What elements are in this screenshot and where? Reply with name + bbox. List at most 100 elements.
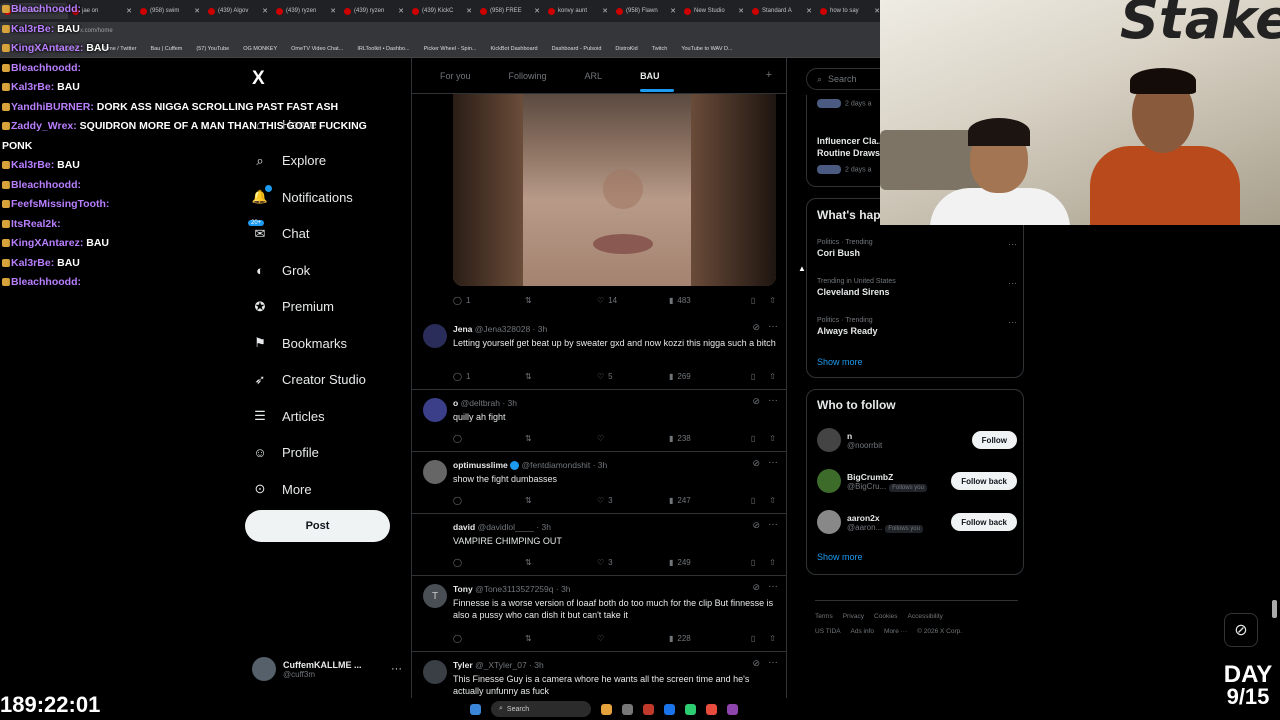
tweet[interactable]: T Tony @Tone3113527259q · 3h ⊘ ··· Finnesse … (412, 576, 786, 652)
tab-for-you[interactable]: For you (440, 58, 471, 94)
post-media-image[interactable] (453, 94, 776, 286)
reply-button[interactable]: ◯ (453, 434, 525, 443)
like-button[interactable]: ♡ 3 (597, 496, 669, 505)
bookmark-button[interactable]: ▯ (751, 634, 755, 643)
tweet[interactable]: Tyler @_XTyler_07 · 3h ⊘ ··· This Finesse G… (412, 652, 786, 698)
bookmark-item[interactable]: Twitch (652, 46, 668, 52)
tab-arl[interactable]: ARL (585, 58, 603, 94)
author-handle[interactable]: @Tone3113527259q (475, 584, 553, 594)
author-name[interactable]: Tyler (453, 660, 473, 670)
grok-icon[interactable]: ⊘ (752, 396, 760, 407)
sidebar-item-articles[interactable]: ☰ Articles (252, 398, 402, 435)
tweet[interactable]: david @davidlol____ · 3h ⊘ ··· VAMPIRE CHIM… (412, 514, 786, 576)
avatar[interactable]: T (423, 584, 447, 608)
trend-item[interactable]: Trending in United States Cleveland Siren… (817, 278, 1017, 297)
follow-button[interactable]: Follow (971, 431, 1017, 449)
scrollbar[interactable] (1272, 600, 1277, 618)
reply-button[interactable]: ◯ (453, 496, 525, 505)
grok-icon[interactable]: ⊘ (752, 458, 760, 469)
author-handle[interactable]: @davidlol____ (478, 522, 534, 532)
bookmark-item[interactable]: YouTube to WAV D... (681, 46, 732, 52)
reply-button[interactable]: ◯ 1 (453, 372, 525, 381)
more-icon[interactable]: ··· (768, 321, 778, 332)
like-button[interactable]: ♡ (597, 634, 669, 643)
close-icon[interactable]: ✕ (602, 7, 608, 15)
repost-button[interactable]: ⇅ (525, 558, 597, 567)
sidebar-item-more[interactable]: ⊙ More (252, 471, 402, 508)
post-button[interactable]: Post (245, 510, 390, 542)
reply-button[interactable]: ◯ (453, 558, 525, 567)
footer-link[interactable]: © 2026 X Corp. (917, 628, 962, 635)
trend-item[interactable]: Politics · Trending Cori Bush ··· (817, 239, 1017, 258)
footer-link[interactable]: More ··· (884, 628, 907, 635)
bookmark-button[interactable]: ▯ (751, 496, 755, 505)
sidebar-item-profile[interactable]: ☺ Profile (252, 435, 402, 472)
sidebar-item-bookmarks[interactable]: ⚑ Bookmarks (252, 325, 402, 362)
bookmark-item[interactable]: Picker Wheel - Spin... (424, 46, 477, 52)
suggestion-name[interactable]: BigCrumbZ (847, 472, 927, 482)
windows-start-icon[interactable] (470, 703, 481, 715)
bookmark-item[interactable]: KickBot Dashboard (490, 46, 537, 52)
author-handle[interactable]: @fentdiamondshit (522, 460, 591, 470)
author-name[interactable]: o (453, 398, 458, 408)
avatar[interactable] (817, 428, 841, 452)
like-button[interactable]: ♡ 3 (597, 558, 669, 567)
avatar[interactable] (423, 324, 447, 348)
browser-tab[interactable]: konvy aunt ✕ (544, 3, 612, 19)
follow-suggestion[interactable]: BigCrumbZ @BigCru... Follows you Follow bac… (817, 466, 1017, 496)
bookmark-button[interactable]: ▯ (751, 558, 755, 567)
more-icon[interactable]: ··· (768, 581, 778, 592)
footer-link[interactable]: US TIDA (815, 628, 841, 635)
share-button[interactable]: ⇧ (769, 496, 776, 505)
share-button[interactable]: ⇧ (769, 434, 776, 443)
bookmark-button[interactable]: ▯ (751, 372, 755, 381)
more-icon[interactable]: ··· (768, 657, 778, 668)
share-button[interactable]: ⇧ (769, 634, 776, 643)
more-icon[interactable]: ··· (768, 457, 778, 468)
tab-following[interactable]: Following (509, 58, 547, 94)
tweet[interactable]: o @deltbrah · 3h ⊘ ··· quilly ah fight ◯ ⇅ ♡ ▮ 2… (412, 390, 786, 452)
tab-bau[interactable]: BAU (640, 58, 674, 94)
like-button[interactable]: ♡ 5 (597, 372, 669, 381)
chrome-icon[interactable] (685, 703, 696, 715)
file-explorer-icon[interactable] (601, 703, 612, 715)
reply-button[interactable]: ◯ (453, 634, 525, 643)
avatar[interactable] (423, 398, 447, 422)
avatar[interactable] (817, 510, 841, 534)
trend-item[interactable]: Politics · Trending Always Ready ··· (817, 317, 1017, 336)
tweet[interactable]: Jena @Jena328028 · 3h ⊘ ··· Letting yoursel… (412, 316, 786, 390)
views-button[interactable]: ▮ 269 (669, 372, 741, 381)
views-button[interactable]: ▮ 483 (669, 296, 741, 305)
avatar[interactable] (423, 660, 447, 684)
views-button[interactable]: ▮ 249 (669, 558, 741, 567)
app-icon[interactable] (622, 703, 633, 715)
views-button[interactable]: ▮ 247 (669, 496, 741, 505)
like-button[interactable]: ♡ 14 (597, 296, 669, 305)
footer-link[interactable]: Terms (815, 613, 833, 620)
avatar[interactable] (423, 460, 447, 484)
views-button[interactable]: ▮ 238 (669, 434, 741, 443)
author-name[interactable]: Tony (453, 584, 473, 594)
close-icon[interactable]: ✕ (466, 7, 472, 15)
tweet[interactable]: optimusslime @fentdiamondshit · 3h ⊘ ··· sh… (412, 452, 786, 514)
show-more-link[interactable]: Show more (817, 552, 863, 562)
bookmark-item[interactable]: Dashboard - Pulsoid (552, 46, 602, 52)
suggestion-name[interactable]: n (847, 431, 882, 441)
discord-icon[interactable] (727, 703, 738, 715)
author-handle[interactable]: @_XTyler_07 (475, 660, 527, 670)
author-handle[interactable]: @deltbrah (461, 398, 500, 408)
more-icon[interactable]: ··· (391, 663, 402, 675)
close-icon[interactable]: ✕ (670, 7, 676, 15)
browser-tab[interactable]: how to say ✕ (816, 3, 880, 19)
edge-icon[interactable] (664, 703, 675, 715)
author-name[interactable]: Jena (453, 324, 472, 334)
more-icon[interactable]: ··· (1008, 278, 1017, 288)
browser-tab[interactable]: (958) FREE ✕ (476, 3, 544, 19)
follow-button[interactable]: Follow back (951, 513, 1017, 531)
browser-tab[interactable]: (958) Flawn ✕ (612, 3, 680, 19)
author-name[interactable]: optimusslime (453, 460, 508, 470)
account-switcher[interactable]: CuffemKALLME ... @cuff3m ··· (252, 655, 402, 683)
bookmark-item[interactable]: DistroKid (615, 46, 637, 52)
browser-tab[interactable]: (439) KickC ✕ (408, 3, 476, 19)
repost-button[interactable]: ⇅ (525, 434, 597, 443)
